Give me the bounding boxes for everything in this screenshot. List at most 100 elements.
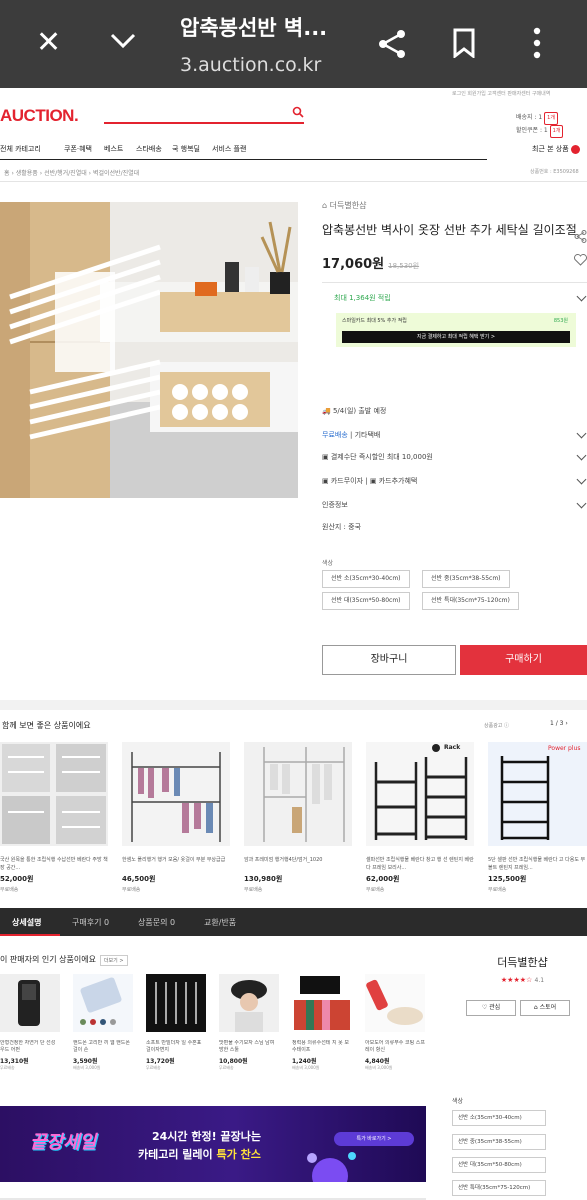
card-extra-benefit: 카드추가혜택 [378,477,418,485]
shipping-row[interactable]: 무료배송 | 기타택배 [322,430,380,440]
product-price: 130,980원 [244,875,283,883]
seller-link[interactable]: ⌂ 더득별한샵 [322,200,587,211]
more-menu-icon[interactable] [530,26,544,60]
seller-product-card[interactable]: 정력용 의류수선테 지 못 보수테이프 1,240원 배송비 3,000원 [292,974,352,1071]
cert-info[interactable]: 인증정보 [322,500,348,510]
chevron-down-icon[interactable] [576,291,587,302]
search-input[interactable] [104,122,304,124]
go-store-button[interactable]: ⌂ 스토어 [520,1000,570,1016]
seller-product-card[interactable]: 소프트 만빌더자 일 수혼표 걸이자변지 13,720원 무료배송 [146,974,206,1071]
shipping-label: 배송비 3,000원 [292,1065,320,1070]
add-to-cart-button[interactable]: 장바구니 [322,645,456,675]
product-price: 3,590원 [73,1058,98,1065]
more-button[interactable]: 더보기 > [99,955,128,966]
recommend-card[interactable]: 암과 프레미엄 행거행4단/엄거_1020 130,980원 무료배송 [244,742,352,893]
recent-viewed[interactable]: 최근 본 상품 [532,144,580,154]
url-text[interactable]: 3.auction.co.kr [180,54,321,76]
product-price: 1,240원 [292,1058,317,1065]
seller-product-card[interactable]: 안형건정한 자연거 단 선성 우드 어펀 13,310원 무료배송 [0,974,60,1071]
store-rating: ★★★★☆ 4.1 [458,976,587,984]
banner-decoration [307,1152,356,1182]
product-thumbnail [0,974,60,1032]
nav-item-all-category[interactable]: 전체 카테고리 [0,144,41,154]
recommend-card[interactable]: 한샘노 폴리행거 행거 모음/ 옷걸이 부분 부상급급 46,500원 무료배송 [122,742,230,893]
seller-product-card[interactable]: 핸드폰 고리만 끼 웹 핸드폰 걸이 손 3,590원 배송비 3,000원 [73,974,133,1071]
buy-now-button[interactable]: 구매하기 [460,645,587,675]
chevron-down-icon[interactable] [576,474,587,485]
product-name: 소프트 만빌더자 일 수혼표 걸이자변지 [146,1040,202,1053]
nav-item-deal[interactable]: 국 행복딜 [172,144,200,154]
product-thumbnail [366,742,474,846]
option-medium[interactable]: 선반 중(35cm*38-55cm) [422,570,510,588]
shipping-label: 배송비 3,000원 [73,1065,101,1070]
coupon-label[interactable]: 할인쿠폰 : 1 [516,127,548,134]
product-thumbnail [146,974,206,1032]
tab-description[interactable]: 상세설명 [12,917,41,928]
page-title: 압축봉선반 벽... [180,16,328,40]
side-option-medium[interactable]: 선반 중(35cm*38-55cm) [452,1134,546,1150]
card-row[interactable]: ▣ 카드무이자 | ▣ 카드추가혜택 [322,476,417,486]
product-name: 한샘노 폴리행거 행거 모음/ 옷걸이 부분 부상급급 [122,857,226,863]
follow-store-button[interactable]: ♡ 관심 [466,1000,516,1016]
share-icon[interactable] [376,28,408,60]
side-option-xlarge[interactable]: 선반 특대(35cm*75-120cm) [452,1180,546,1196]
banner-cta-button[interactable]: 특가 바로가기 > [334,1132,414,1146]
recommend-card[interactable]: Rack 셀파선반 조립식행물 베란다 창고 행 선 렌틴지 베란다 프레임 보… [366,742,474,893]
product-title: 압축봉선반 벽사이 옷장 선반 추가 세탁실 길이조절 [322,223,577,237]
breadcrumb-item[interactable]: 홈 [4,170,10,177]
promo-banner[interactable]: 끝장세일 24시간 한정! 끝장나는 카테고리 릴레이 특가 찬스 특가 바로가… [0,1106,426,1182]
store-name[interactable]: 더득별한샵 [458,954,587,970]
option-small[interactable]: 선반 소(35cm*30-40cm) [322,570,410,588]
nav-item-coupon[interactable]: 쿠폰·혜택 [64,144,92,154]
carousel-page[interactable]: 1 / 3 › [550,720,568,727]
ad-label[interactable]: 상품광고 ⓘ [484,722,509,729]
product-thumbnail [365,974,425,1032]
utility-links[interactable]: 로그인 회원가입 고객센터 판매자센터 구매내역 [452,90,550,97]
tab-reviews[interactable]: 구매후기 0 [72,917,109,928]
point-benefit-button[interactable]: 지금 결제하고 최대 적립 혜택 받기 > [342,331,570,343]
max-point[interactable]: 최대 1,364원 적립 [334,293,391,303]
seller-product-card[interactable]: 아모도어 의류부수 코팅 스프레이 항신 4,840원 배송비 3,000원 [365,974,425,1071]
seller-popular-title: 이 판매자의 인기 상품이에요 더보기 > [0,954,128,966]
chevron-down-icon[interactable] [576,450,587,461]
original-price: 18,530원 [388,262,420,270]
product-price: 13,310원 [0,1058,29,1065]
breadcrumb-item[interactable]: 생활용품 [16,170,38,177]
recommend-title: 함께 보면 좋은 상품이에요 [2,721,91,730]
breadcrumb-item[interactable]: 벽걸이선반/진열대 [93,170,139,177]
breadcrumb-item[interactable]: 선반/행거/진열대 [44,170,87,177]
close-icon[interactable]: ✕ [36,28,61,58]
option-large[interactable]: 선반 대(35cm*50-80cm) [322,592,410,610]
nav-item-best[interactable]: 베스트 [104,144,123,154]
store-box: 더득별한샵 ★★★★☆ 4.1 ♡ 관심 ⌂ 스토어 [458,954,587,1050]
chevron-down-icon[interactable] [576,498,587,509]
product-image[interactable] [0,202,298,498]
side-option-small[interactable]: 선반 소(35cm*30-40cm) [452,1110,546,1126]
recommend-card[interactable]: 국산 원목을 통한 조립식행 수납선반 베란다 주방 책장 공간... 52,0… [0,742,108,893]
product-name: 안형건정한 자연거 단 선성 우드 어펀 [0,1040,56,1053]
divider [0,181,587,182]
side-option-large[interactable]: 선반 대(35cm*50-80cm) [452,1157,546,1173]
card-interest-free: 카드무이자 [330,477,364,485]
payment-row[interactable]: ▣ 결제수단 즉시할인 최대 10,000원 [322,452,433,462]
product-thumbnail [73,974,133,1032]
nav-item-star-delivery[interactable]: 스타배송 [136,144,162,154]
bookmark-icon[interactable] [452,28,476,58]
chevron-down-icon[interactable] [576,428,587,439]
auction-logo[interactable]: AUCTION. [0,106,79,126]
shipping-address-label[interactable]: 배송지 : 1 [516,114,542,121]
shipping-label: 배송비 3,000원 [365,1065,393,1070]
product-price: 13,720원 [146,1058,175,1065]
point-benefit: 스마일카드 최대 5% 추가 적립 853원 지금 결제하고 최대 적립 혜택 … [336,313,576,347]
chevron-down-icon[interactable] [108,26,138,56]
nav-item-service[interactable]: 서비스 플랜 [212,144,246,154]
option-xlarge[interactable]: 선반 특대(35cm*75-120cm) [422,592,519,610]
heart-icon[interactable] [574,254,587,266]
option-label: 색상 [322,560,334,567]
tab-exchange[interactable]: 교환/반품 [204,917,236,928]
tab-qna[interactable]: 상품문의 0 [138,917,175,928]
search-icon[interactable] [292,106,304,118]
seller-product-card[interactable]: 맛편물 수기모자 스님 남여 방한 스툴 10,800원 무료배송 [219,974,279,1071]
recommend-card[interactable]: Power plus 5단 셀판 선반 조립식행물 베란다 고 다용도 무볼트 … [488,742,587,893]
share-icon[interactable] [574,230,587,243]
